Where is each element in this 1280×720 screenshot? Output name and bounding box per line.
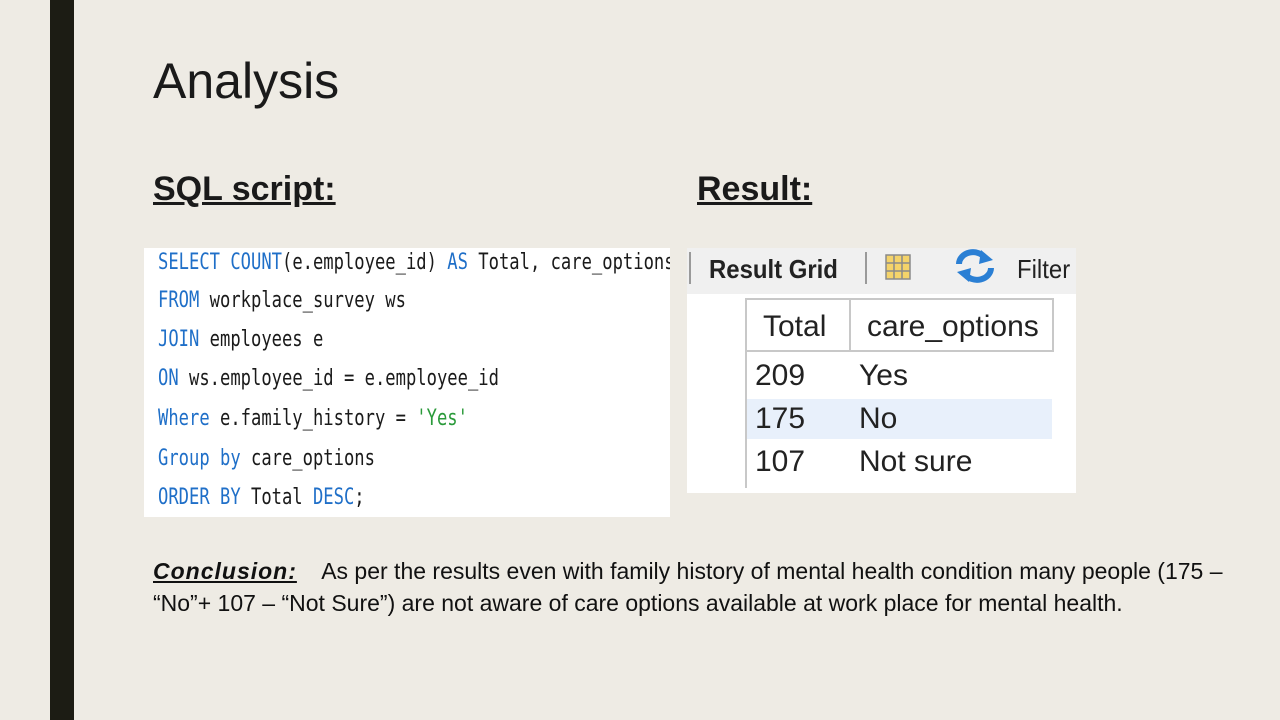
conclusion-text: As per the results even with family hist… (153, 558, 1223, 616)
header-divider (747, 350, 1054, 352)
sql-token: ; (354, 485, 365, 510)
table-row[interactable]: 209 Yes (747, 356, 1052, 396)
sql-line: ON ws.employee_id = e.employee_id (158, 366, 499, 391)
cell-care-options: No (859, 402, 898, 435)
sql-keyword: ON (158, 366, 179, 391)
left-accent-bar (50, 0, 74, 720)
sql-line: ORDER BY Total DESC; (158, 485, 365, 510)
table-row[interactable]: 107 Not sure (747, 442, 1052, 482)
result-heading: Result: (697, 170, 813, 208)
cell-total: 209 (755, 359, 806, 392)
cell-total: 175 (755, 402, 806, 435)
conclusion-label: Conclusion: (153, 558, 297, 584)
filter-label[interactable]: Filter (1017, 254, 1070, 285)
sql-token: care_options (240, 446, 375, 471)
sql-keyword: ORDER BY (158, 485, 241, 510)
sql-keyword: JOIN (158, 327, 200, 352)
sql-token: workplace_survey ws (199, 288, 406, 313)
sql-keyword: COUNT (230, 250, 282, 275)
sql-keyword: AS (447, 250, 468, 275)
result-grid-table: Total care_options 209 Yes 175 No 107 No… (687, 294, 1076, 493)
sql-string: 'Yes' (416, 406, 468, 431)
sql-code-block: SELECT COUNT(e.employee_id) AS Total, ca… (144, 248, 670, 517)
grid-layout-icon[interactable] (883, 252, 913, 282)
sql-line: Where e.family_history = 'Yes' (158, 406, 468, 431)
cell-care-options: Not sure (859, 445, 973, 478)
sql-keyword: DESC (312, 485, 355, 510)
sql-keyword: FROM (158, 288, 200, 313)
cell-total: 107 (755, 445, 806, 478)
column-header-care-options[interactable]: care_options (851, 298, 1054, 352)
sql-line: Group by care_options (158, 446, 375, 471)
cell-care-options: Yes (859, 359, 908, 392)
result-grid-panel: Result Grid Filter Total care_options 20… (687, 248, 1076, 493)
sql-line: JOIN employees e (158, 327, 323, 352)
sql-token: (e.employee_id) (281, 250, 448, 275)
result-grid-tab[interactable]: Result Grid (709, 254, 838, 285)
sql-token: e.family_history = (209, 406, 417, 431)
sql-token: Total (240, 485, 313, 510)
toolbar-separator (689, 252, 691, 284)
column-header-total[interactable]: Total (747, 298, 851, 352)
refresh-icon[interactable] (953, 248, 997, 284)
slide-title: Analysis (153, 53, 340, 109)
sql-line: FROM workplace_survey ws (158, 288, 406, 313)
sql-keyword: SELECT (158, 250, 231, 275)
sql-keyword: Where (158, 406, 210, 431)
result-grid-toolbar: Result Grid Filter (687, 248, 1076, 294)
sql-keyword: Group by (158, 446, 241, 471)
sql-line: SELECT COUNT(e.employee_id) AS Total, ca… (158, 250, 670, 275)
sql-token: Total, care_options (467, 250, 670, 275)
conclusion-paragraph: Conclusion: As per the results even with… (153, 555, 1223, 619)
sql-token: employees e (199, 327, 324, 352)
toolbar-separator (865, 252, 867, 284)
sql-script-heading: SQL script: (153, 170, 336, 208)
sql-token: ws.employee_id = e.employee_id (178, 366, 499, 391)
table-row[interactable]: 175 No (747, 399, 1052, 439)
